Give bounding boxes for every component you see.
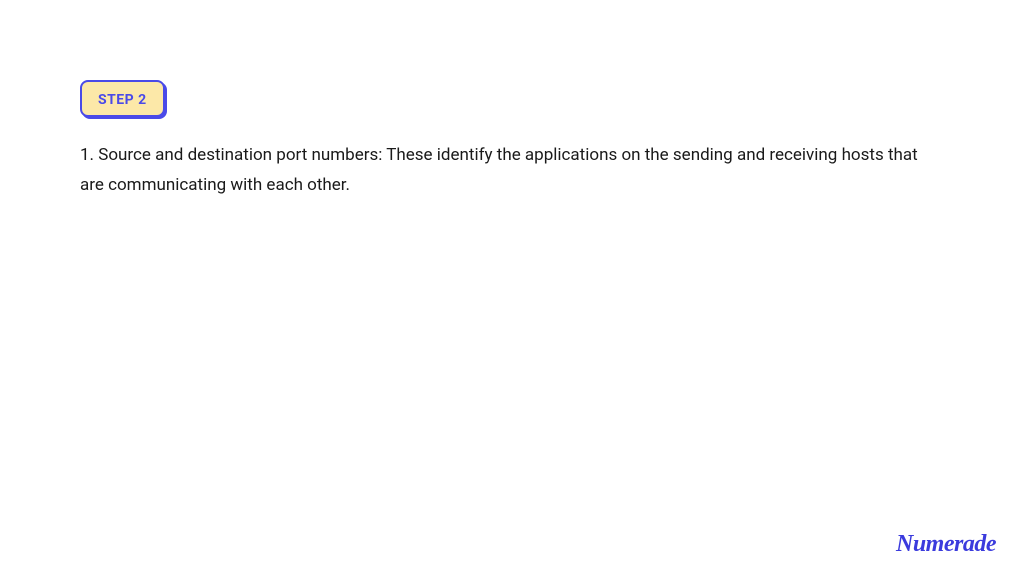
step-label: STEP 2: [98, 92, 147, 108]
brand-name: Numerade: [896, 531, 996, 557]
content-area: STEP 2 1. Source and destination port nu…: [0, 0, 1024, 201]
body-paragraph: 1. Source and destination port numbers: …: [80, 141, 944, 201]
step-badge: STEP 2: [80, 80, 165, 117]
brand-logo: Numerade: [896, 531, 996, 558]
